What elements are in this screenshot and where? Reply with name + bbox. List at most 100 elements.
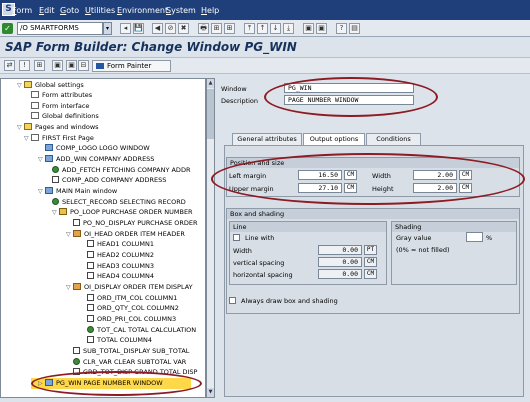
tree-node[interactable]: Form attributes (31, 90, 92, 100)
shortcut-icon[interactable]: ▣ (316, 23, 327, 34)
expand-toggle[interactable]: ▽ (66, 283, 73, 293)
text-icon (87, 304, 94, 311)
tree-node[interactable]: ORD_PRI_COL COLUMN3 (87, 314, 176, 324)
expand-toggle[interactable]: ▽ (17, 81, 24, 91)
expand-toggle[interactable]: ▽ (52, 208, 59, 218)
always-draw-checkbox[interactable] (229, 297, 236, 304)
command-field[interactable]: /O SMARTFORMS (17, 22, 103, 35)
display-icon[interactable]: ▣ (66, 60, 77, 71)
tab-conditions[interactable]: Conditions (366, 133, 421, 145)
tree-node[interactable]: COMP_ADD COMPANY ADDRESS (52, 175, 166, 185)
menu-utilities[interactable]: Utilities (85, 6, 115, 15)
form-painter-button[interactable]: Form Painter (92, 60, 171, 72)
window-icon (45, 155, 53, 162)
tree-node[interactable]: SUB_TOTAL_DISPLAY SUB_TOTAL (73, 346, 189, 356)
menu-goto[interactable]: Goto (60, 6, 79, 15)
title-bar: SAP Form Builder: Change Window PG_WIN (0, 38, 530, 56)
tab-general-attributes[interactable]: General attributes (232, 133, 302, 145)
tree-node[interactable]: COMP_LOGO LOGO WINDOW (45, 143, 150, 153)
activate-icon[interactable]: ! (19, 60, 30, 71)
window-icon (45, 187, 53, 194)
find-next-icon[interactable]: ⊞ (224, 23, 235, 34)
expand-toggle[interactable]: ▽ (38, 187, 45, 197)
menu-environment[interactable]: Environment (117, 6, 168, 15)
cancel-icon[interactable]: ✖ (178, 23, 189, 34)
command-history-dropdown[interactable]: ▾ (103, 22, 112, 35)
navigation-tree[interactable]: ▽ Global settings Form attributes Form in… (0, 78, 206, 398)
program-lines-icon (52, 166, 59, 173)
expand-toggle[interactable]: ▽ (66, 230, 73, 240)
scroll-up-icon[interactable]: ▲ (207, 79, 214, 88)
help-icon[interactable]: ? (336, 23, 347, 34)
expand-toggle[interactable]: ▽ (38, 155, 45, 165)
tree-scrollbar[interactable]: ▲ ▼ (206, 78, 215, 398)
scroll-thumb[interactable] (207, 89, 214, 139)
text-icon (73, 219, 80, 226)
test-icon[interactable]: ▣ (52, 60, 63, 71)
first-page-icon[interactable]: ⤒ (244, 23, 255, 34)
gray-value-field[interactable] (466, 232, 483, 242)
menu-edit[interactable]: Edit (39, 6, 55, 15)
layout-icon[interactable]: ⊟ (78, 60, 89, 71)
tree-node[interactable]: SELECT_RECORD SELECTING RECORD (52, 197, 186, 207)
tree-node[interactable]: ORD_QTY_COL COLUMN2 (87, 303, 179, 313)
page-icon (31, 102, 39, 109)
text-icon (87, 294, 94, 301)
vertical-spacing-unit-field[interactable]: CM (364, 257, 377, 267)
next-page-icon[interactable]: ↓ (270, 23, 281, 34)
tree-node[interactable]: HEAD4 COLUMN4 (87, 271, 154, 281)
check-icon[interactable]: ⊞ (34, 60, 45, 71)
menu-form[interactable]: Form (12, 6, 32, 15)
description-label: Description (221, 97, 259, 105)
last-page-icon[interactable]: ⤓ (283, 23, 294, 34)
tree-node[interactable]: ▽ PO_LOOP PURCHASE ORDER NUMBER (52, 207, 193, 217)
program-lines-icon (73, 358, 80, 365)
find-icon[interactable]: ⊞ (211, 23, 222, 34)
tree-node[interactable]: ▽ FIRST First Page (24, 133, 94, 143)
save-icon[interactable]: 💾 (133, 23, 144, 34)
print-icon[interactable]: 🖶 (198, 23, 209, 34)
tree-node[interactable]: HEAD3 COLUMN3 (87, 261, 154, 271)
horizontal-spacing-field[interactable]: 0.00 (318, 269, 362, 279)
new-session-icon[interactable]: ▣ (303, 23, 314, 34)
text-icon (87, 240, 94, 247)
exit-icon[interactable]: ⊘ (165, 23, 176, 34)
expand-toggle[interactable]: ▽ (24, 134, 31, 144)
tree-node[interactable]: ▽ OI_HEAD ORDER ITEM HEADER (66, 229, 185, 239)
vertical-spacing-field[interactable]: 0.00 (318, 257, 362, 267)
line-width-unit-field[interactable]: PT (364, 245, 377, 255)
line-width-field[interactable]: 0.00 (318, 245, 362, 255)
tree-node[interactable]: ▽ MAIN Main window (38, 186, 117, 196)
tree-node-highlight-oval (31, 371, 202, 396)
tree-node[interactable]: CLR_VAR CLEAR SUBTOTAL VAR (73, 357, 186, 367)
window-icon (45, 144, 53, 151)
enter-button[interactable]: ✓ (2, 23, 13, 34)
menu-help[interactable]: Help (201, 6, 219, 15)
menu-system[interactable]: System (166, 6, 196, 15)
expand-toggle[interactable]: ▽ (17, 123, 24, 133)
back-arrow-icon[interactable]: ◂ (120, 23, 131, 34)
tree-node[interactable]: TOTAL COLUMN4 (87, 335, 152, 345)
tree-node[interactable]: Global definitions (31, 111, 99, 121)
line-with-checkbox[interactable] (233, 234, 240, 241)
tree-node[interactable]: ▽ Global settings (17, 80, 84, 90)
tree-node[interactable]: ▽ Pages and windows (17, 122, 99, 132)
back-icon[interactable]: ◀ (152, 23, 163, 34)
tree-node[interactable]: ORD_ITM_COL COLUMN1 (87, 293, 177, 303)
horizontal-spacing-unit-field[interactable]: CM (364, 269, 377, 279)
window-fields-highlight-oval (264, 77, 438, 117)
tree-node[interactable]: ▽ OI_DISPLAY ORDER ITEM DISPLAY (66, 282, 193, 292)
tree-node[interactable]: ▽ ADD_WIN COMPANY ADDRESS (38, 154, 154, 164)
tree-node[interactable]: ADD_FETCH FETCHING COMPANY ADDR (52, 165, 190, 175)
switch-icon[interactable]: ⇄ (4, 60, 15, 71)
scroll-down-icon[interactable]: ▼ (207, 388, 214, 397)
tree-node[interactable]: HEAD2 COLUMN2 (87, 250, 154, 260)
tree-node[interactable]: HEAD1 COLUMN1 (87, 239, 154, 249)
tree-node[interactable]: Form interface (31, 101, 89, 111)
previous-page-icon[interactable]: ↑ (257, 23, 268, 34)
tree-node[interactable]: TOT_CAL TOTAL CALCULATION (87, 325, 196, 335)
shading-note: (0% = not filled) (396, 246, 450, 254)
layout-menu-icon[interactable]: ▤ (349, 23, 360, 34)
tree-node[interactable]: PO_NO_DISPLAY PURCHASE ORDER (73, 218, 198, 228)
tab-output-options[interactable]: Output options (303, 133, 365, 145)
